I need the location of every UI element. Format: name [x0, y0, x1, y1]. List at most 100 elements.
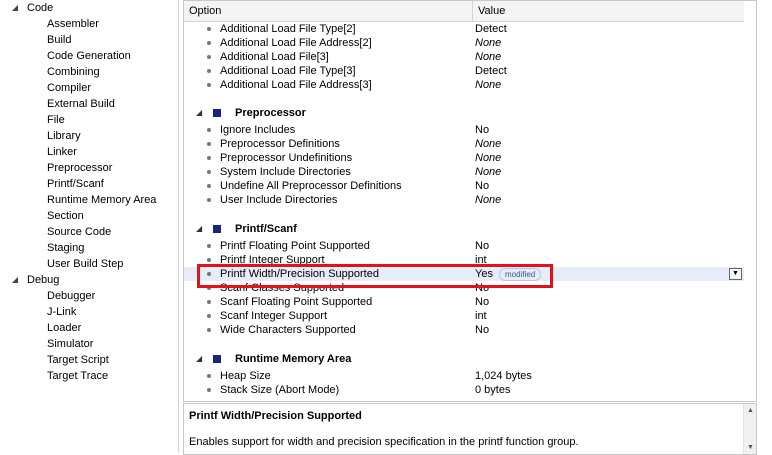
property-row[interactable]: Printf Integer Support int — [184, 253, 744, 267]
scroll-up-icon[interactable]: ▲ — [744, 404, 756, 417]
property-row[interactable]: Stack Size (Abort Mode) 0 bytes — [184, 383, 744, 397]
tree-item[interactable]: Target Script — [0, 352, 178, 368]
property-row[interactable]: Additional Load File[3] None — [184, 50, 744, 64]
property-row[interactable]: Additional Load File Type[3] Detect — [184, 64, 744, 78]
tree-item[interactable]: J-Link — [0, 304, 178, 320]
tree-item-label: User Build Step — [47, 258, 124, 270]
property-row[interactable]: Additional Load File Type[2] Detect — [184, 22, 744, 36]
property-row[interactable]: Additional Load File Address[3] None — [184, 78, 744, 92]
property-row[interactable]: Additional Load File Address[2] None — [184, 36, 744, 50]
tree-item[interactable]: External Build — [0, 96, 178, 112]
property-value[interactable]: None — [475, 137, 501, 151]
property-value[interactable]: No — [475, 179, 489, 193]
property-option: Additional Load File Type[2] — [220, 23, 356, 35]
tree-category-label: Debug — [27, 274, 60, 286]
property-row[interactable]: Scanf Classes Supported No — [184, 281, 744, 295]
property-row[interactable]: User Include Directories None — [184, 193, 744, 207]
property-option: Scanf Integer Support — [220, 310, 328, 322]
section-header[interactable]: ◢ Runtime Memory Area — [184, 351, 744, 367]
property-option: Wide Characters Supported — [220, 324, 356, 336]
tree-item[interactable]: Preprocessor — [0, 160, 178, 176]
tree-item[interactable]: Printf/Scanf — [0, 176, 178, 192]
property-row[interactable]: Wide Characters Supported No — [184, 323, 744, 337]
bullet-icon — [207, 300, 211, 304]
property-value[interactable]: Detect — [475, 64, 507, 78]
property-value[interactable]: No — [475, 323, 489, 337]
property-value[interactable]: 1,024 bytes — [475, 369, 532, 383]
property-value[interactable]: None — [475, 50, 501, 64]
scroll-down-icon[interactable]: ▼ — [744, 441, 756, 454]
property-value[interactable]: No — [475, 123, 489, 137]
dropdown-arrow-icon[interactable]: ▼ — [729, 268, 742, 280]
option-column-header[interactable]: Option — [184, 1, 473, 21]
section-square-icon — [213, 109, 221, 117]
property-value[interactable]: Yes — [475, 267, 493, 281]
tree-item[interactable]: Staging — [0, 240, 178, 256]
tree-item[interactable]: Simulator — [0, 336, 178, 352]
property-row[interactable]: Scanf Floating Point Supported No — [184, 295, 744, 309]
tree-item[interactable]: Runtime Memory Area — [0, 192, 178, 208]
property-value[interactable]: Detect — [475, 22, 507, 36]
tree-item[interactable]: Loader — [0, 320, 178, 336]
tree-item-label: Code Generation — [47, 50, 131, 62]
property-value[interactable]: None — [475, 36, 501, 50]
tree-item[interactable]: Library — [0, 128, 178, 144]
grid-header: Option Value — [184, 1, 744, 22]
tree-item-label: Preprocessor — [47, 162, 113, 174]
bullet-icon — [207, 272, 211, 276]
property-value[interactable]: int — [475, 309, 487, 323]
tree-item-label: Simulator — [47, 338, 94, 350]
collapse-arrow-icon[interactable]: ◢ — [196, 221, 202, 237]
property-row[interactable]: Scanf Integer Support int — [184, 309, 744, 323]
tree-item[interactable]: Debugger — [0, 288, 178, 304]
tree-item-label: Assembler — [47, 18, 99, 30]
property-value[interactable]: None — [475, 165, 501, 179]
property-option: Stack Size (Abort Mode) — [220, 384, 340, 396]
property-row[interactable]: Printf Floating Point Supported No — [184, 239, 744, 253]
tree-item[interactable]: Build — [0, 32, 178, 48]
section-square-icon — [213, 355, 221, 363]
property-option: Scanf Classes Supported — [220, 282, 345, 294]
tree-item[interactable]: Linker — [0, 144, 178, 160]
tree-item-label: Runtime Memory Area — [47, 194, 157, 206]
tree-item[interactable]: Source Code — [0, 224, 178, 240]
bullet-icon — [207, 27, 211, 31]
tree-item[interactable]: Section — [0, 208, 178, 224]
collapse-arrow-icon[interactable]: ◢ — [196, 105, 202, 121]
property-row[interactable]: Preprocessor Definitions None — [184, 137, 744, 151]
property-row[interactable]: Printf Width/Precision Supported Yes modif… — [184, 267, 744, 281]
property-row[interactable]: Ignore Includes No — [184, 123, 744, 137]
category-tree: ◢ Code Assembler Build Code Generation Combin… — [0, 0, 179, 453]
tree-item[interactable]: Code Generation — [0, 48, 178, 64]
value-column-header[interactable]: Value — [473, 1, 738, 21]
section-header[interactable]: ◢ Preprocessor — [184, 105, 744, 121]
property-row[interactable]: System Include Directories None — [184, 165, 744, 179]
tree-item[interactable]: User Build Step — [0, 256, 178, 272]
collapse-arrow-icon[interactable]: ◢ — [10, 0, 20, 16]
property-value[interactable]: No — [475, 295, 489, 309]
tree-category-code[interactable]: ◢ Code — [0, 0, 178, 16]
property-value[interactable]: None — [475, 78, 501, 92]
tree-item[interactable]: File — [0, 112, 178, 128]
property-option: User Include Directories — [220, 194, 338, 206]
property-value[interactable]: None — [475, 193, 501, 207]
property-value[interactable]: 0 bytes — [475, 383, 510, 397]
bullet-icon — [207, 55, 211, 59]
collapse-arrow-icon[interactable]: ◢ — [196, 351, 202, 367]
property-value[interactable]: None — [475, 151, 501, 165]
tree-item[interactable]: Assembler — [0, 16, 178, 32]
tree-item[interactable]: Compiler — [0, 80, 178, 96]
property-row[interactable]: Undefine All Preprocessor Definitions No — [184, 179, 744, 193]
tree-category-debug[interactable]: ◢ Debug — [0, 272, 178, 288]
collapse-arrow-icon[interactable]: ◢ — [10, 272, 20, 288]
property-value[interactable]: No — [475, 239, 489, 253]
property-row[interactable]: Heap Size 1,024 bytes — [184, 369, 744, 383]
bullet-icon — [207, 374, 211, 378]
tree-item[interactable]: Combining — [0, 64, 178, 80]
property-row[interactable]: Preprocessor Undefinitions None — [184, 151, 744, 165]
property-value[interactable]: No — [475, 281, 489, 295]
description-scrollbar[interactable]: ▲ ▼ — [743, 404, 756, 454]
tree-item[interactable]: Target Trace — [0, 368, 178, 384]
property-value[interactable]: int — [475, 253, 487, 267]
section-header[interactable]: ◢ Printf/Scanf — [184, 221, 744, 237]
